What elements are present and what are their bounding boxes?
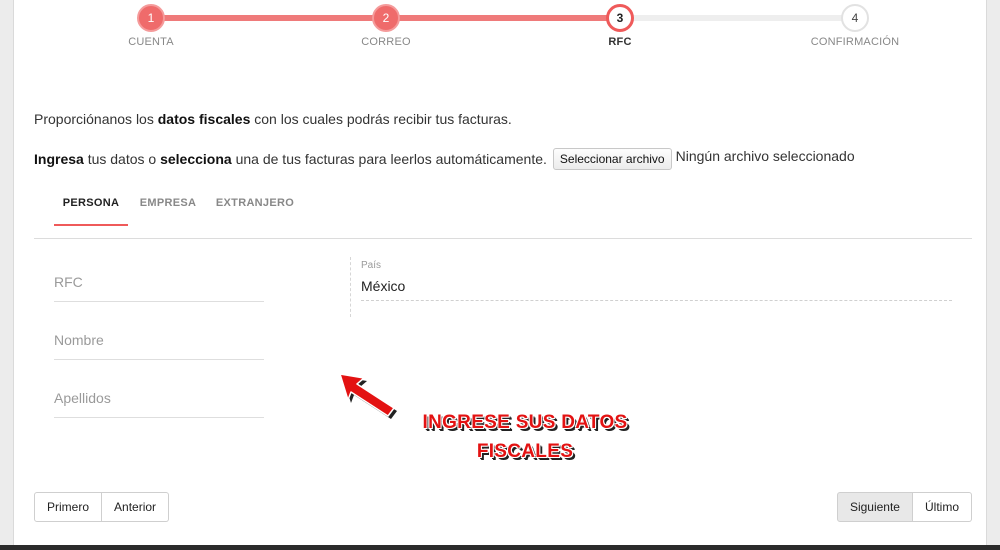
- step-cuenta[interactable]: 1 CUENTA: [91, 4, 211, 48]
- step-number: 3: [606, 4, 634, 32]
- step-confirmacion[interactable]: 4 CONFIRMACIÓN: [795, 4, 915, 48]
- step-rfc[interactable]: 3 RFC: [560, 4, 680, 48]
- intro-after: con los cuales podrás recibir tus factur…: [250, 111, 512, 127]
- annotation-callout: INGRESE SUS DATOS FISCALES: [380, 408, 670, 466]
- step-number: 4: [841, 4, 869, 32]
- file-line-bold-ingresa: Ingresa: [34, 151, 84, 167]
- file-line-text: una de tus facturas para leerlos automát…: [235, 151, 547, 167]
- country-underline: [361, 300, 952, 301]
- step-label: CORREO: [361, 36, 411, 48]
- nombre-input[interactable]: [54, 320, 264, 359]
- nav-left-group: Primero Anterior: [34, 492, 170, 522]
- file-upload-line: Ingresa tus datos o selecciona una de tu…: [34, 148, 855, 170]
- step-number: 2: [372, 4, 400, 32]
- next-button[interactable]: Siguiente: [836, 492, 913, 522]
- tab-empresa[interactable]: EMPRESA: [136, 182, 200, 226]
- apellidos-field: [54, 378, 264, 418]
- left-margin: [0, 0, 14, 550]
- intro-text: Proporciónanos los datos fiscales con lo…: [34, 111, 512, 127]
- progress-stepper: 1 CUENTA 2 CORREO 3 RFC 4 CONFIRMACIÓN: [0, 0, 1000, 60]
- nombre-field: [54, 320, 264, 360]
- right-margin: [986, 0, 1000, 550]
- last-button[interactable]: Último: [912, 492, 972, 522]
- apellidos-input[interactable]: [54, 378, 264, 417]
- select-file-button[interactable]: Seleccionar archivo: [552, 148, 672, 170]
- country-label: País: [361, 260, 382, 271]
- annotation-line-2: FISCALES: [476, 441, 574, 462]
- step-label: CUENTA: [128, 36, 174, 48]
- first-button[interactable]: Primero: [34, 492, 103, 522]
- entity-tabs: PERSONA EMPRESA EXTRANJERO: [34, 182, 972, 239]
- annotation-line-1: INGRESE SUS DATOS: [422, 412, 628, 433]
- file-line-text: tus datos o: [87, 151, 157, 167]
- rfc-input[interactable]: [54, 262, 264, 301]
- file-line-bold-selecciona: selecciona: [160, 151, 232, 167]
- file-status: Ningún archivo seleccionado: [675, 148, 855, 164]
- intro-before: Proporciónanos los: [34, 111, 158, 127]
- step-label: CONFIRMACIÓN: [810, 36, 900, 48]
- tab-extranjero[interactable]: EXTRANJERO: [214, 182, 296, 226]
- nav-right-group: Siguiente Último: [836, 492, 972, 522]
- bottom-bar: [0, 545, 1000, 550]
- country-select[interactable]: País México: [350, 257, 952, 317]
- tab-persona[interactable]: PERSONA: [54, 182, 128, 226]
- previous-button[interactable]: Anterior: [102, 492, 170, 522]
- step-number: 1: [137, 4, 165, 32]
- intro-bold: datos fiscales: [157, 111, 251, 127]
- rfc-field: [54, 262, 264, 302]
- step-correo[interactable]: 2 CORREO: [326, 4, 446, 48]
- country-value: México: [361, 278, 406, 294]
- step-label: RFC: [608, 36, 632, 48]
